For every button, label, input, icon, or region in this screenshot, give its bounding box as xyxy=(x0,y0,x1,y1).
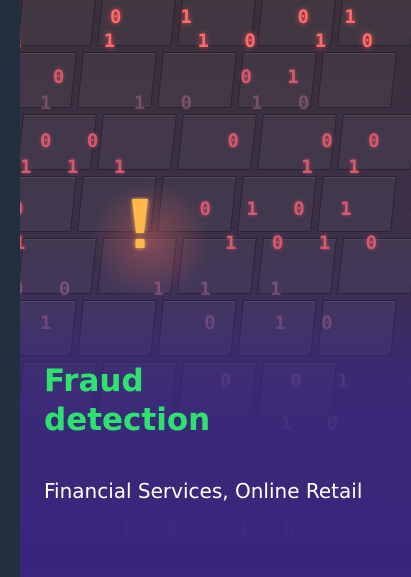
card-title: Fraud detection xyxy=(44,363,211,438)
use-case-card[interactable]: 0 1 0 1 0 1 1 1 0 1 0 1 0 0 0 1 1 1 0 1 … xyxy=(20,0,411,577)
card-subtitle: Financial Services, Online Retail xyxy=(44,479,363,503)
exclamation-alert-icon xyxy=(127,197,153,257)
